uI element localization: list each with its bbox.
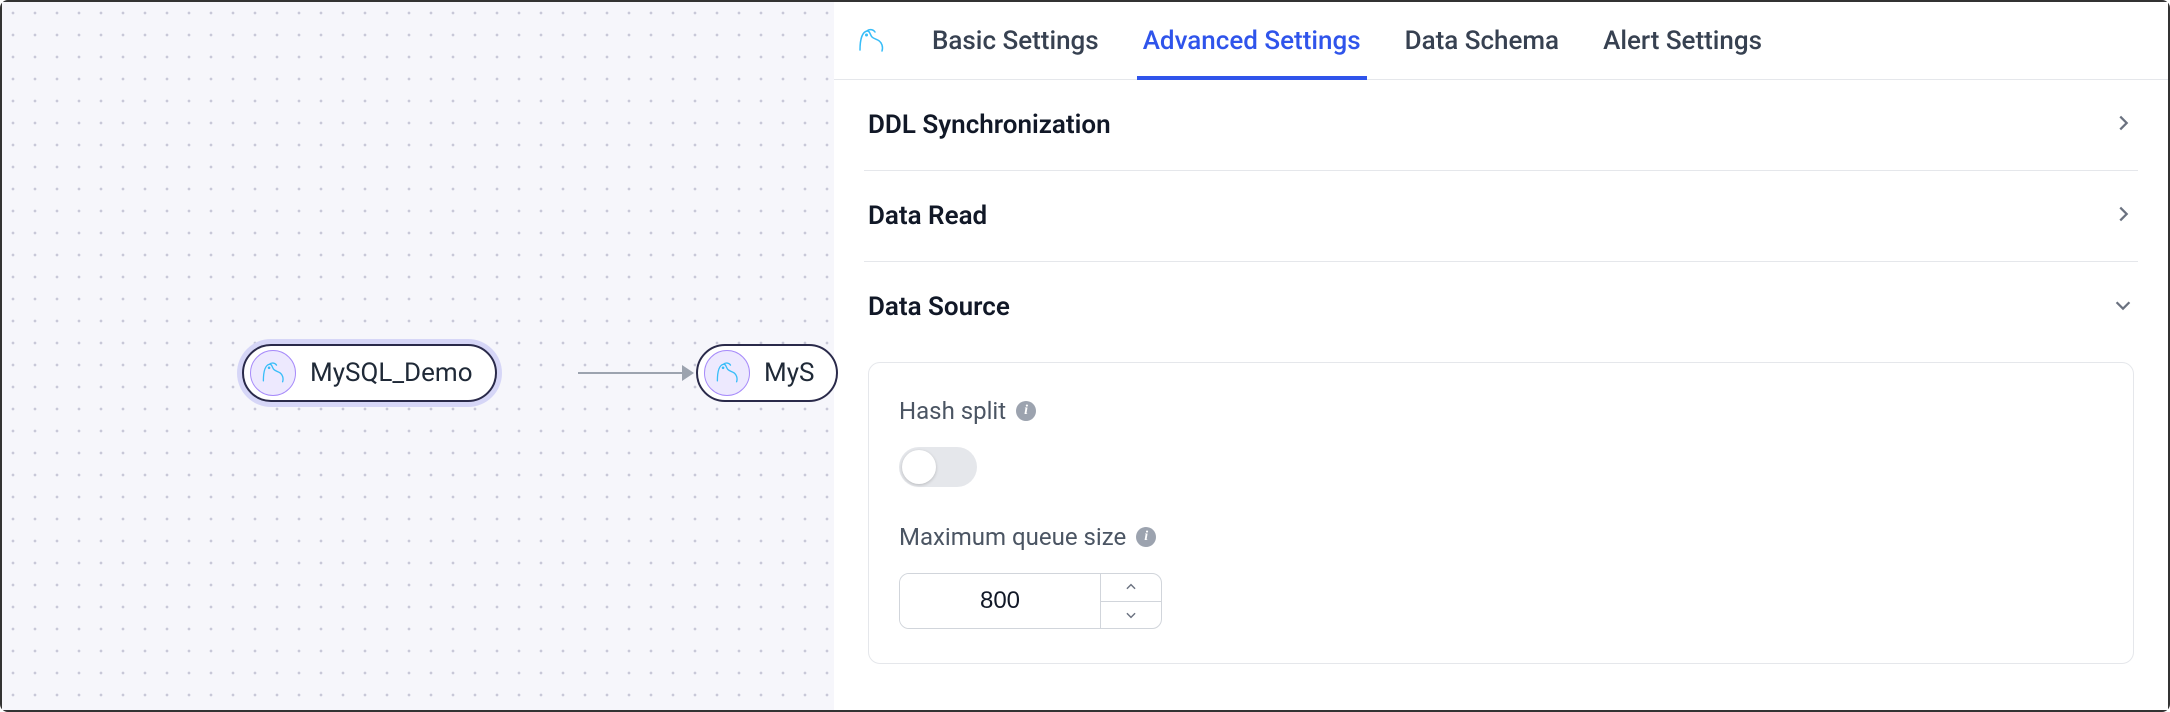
node-label: MySQL_Demo <box>310 358 473 388</box>
edge-arrow <box>682 365 694 381</box>
field-label: Hash split i <box>899 397 2103 425</box>
step-down-button[interactable] <box>1101 602 1161 629</box>
section-ddl-sync[interactable]: DDL Synchronization <box>864 80 2138 171</box>
section-data-read[interactable]: Data Read <box>864 171 2138 262</box>
mysql-icon <box>250 350 296 396</box>
data-source-card: Hash split i Maximum queue size i <box>868 362 2134 664</box>
tab-alert-settings[interactable]: Alert Settings <box>1603 2 1762 79</box>
flow-canvas[interactable]: MySQL_Demo MyS <box>2 2 834 710</box>
section-data-source[interactable]: Data Source <box>864 262 2138 352</box>
tab-basic-settings[interactable]: Basic Settings <box>932 2 1099 79</box>
tab-data-schema[interactable]: Data Schema <box>1405 2 1559 79</box>
edge-line <box>578 372 688 374</box>
chevron-down-icon <box>2112 294 2134 320</box>
info-icon[interactable]: i <box>1136 527 1156 547</box>
stepper-buttons <box>1100 574 1161 628</box>
tab-advanced-settings[interactable]: Advanced Settings <box>1143 2 1361 79</box>
hash-split-field: Hash split i <box>899 397 2103 487</box>
node-mysql-target[interactable]: MyS <box>696 344 838 402</box>
panel-body: DDL Synchronization Data Read Data Sourc… <box>834 80 2168 710</box>
info-icon[interactable]: i <box>1016 401 1036 421</box>
max-queue-label-text: Maximum queue size <box>899 523 1126 551</box>
field-label: Maximum queue size i <box>899 523 2103 551</box>
section-title: Data Read <box>868 201 987 231</box>
mysql-icon <box>704 350 750 396</box>
section-title: DDL Synchronization <box>868 110 1111 140</box>
hash-split-toggle[interactable] <box>899 447 977 487</box>
node-mysql-demo[interactable]: MySQL_Demo <box>242 344 497 402</box>
max-queue-field: Maximum queue size i <box>899 523 2103 629</box>
section-title: Data Source <box>868 292 1010 322</box>
mysql-icon <box>854 24 888 58</box>
node-label: MyS <box>764 358 814 388</box>
tabs-bar: Basic Settings Advanced Settings Data Sc… <box>834 2 2168 80</box>
settings-panel: Basic Settings Advanced Settings Data Sc… <box>834 2 2168 710</box>
max-queue-input[interactable] <box>900 574 1100 628</box>
toggle-knob <box>902 450 936 484</box>
hash-split-label-text: Hash split <box>899 397 1006 425</box>
step-up-button[interactable] <box>1101 574 1161 602</box>
chevron-right-icon <box>2112 112 2134 138</box>
max-queue-stepper <box>899 573 1162 629</box>
chevron-right-icon <box>2112 203 2134 229</box>
